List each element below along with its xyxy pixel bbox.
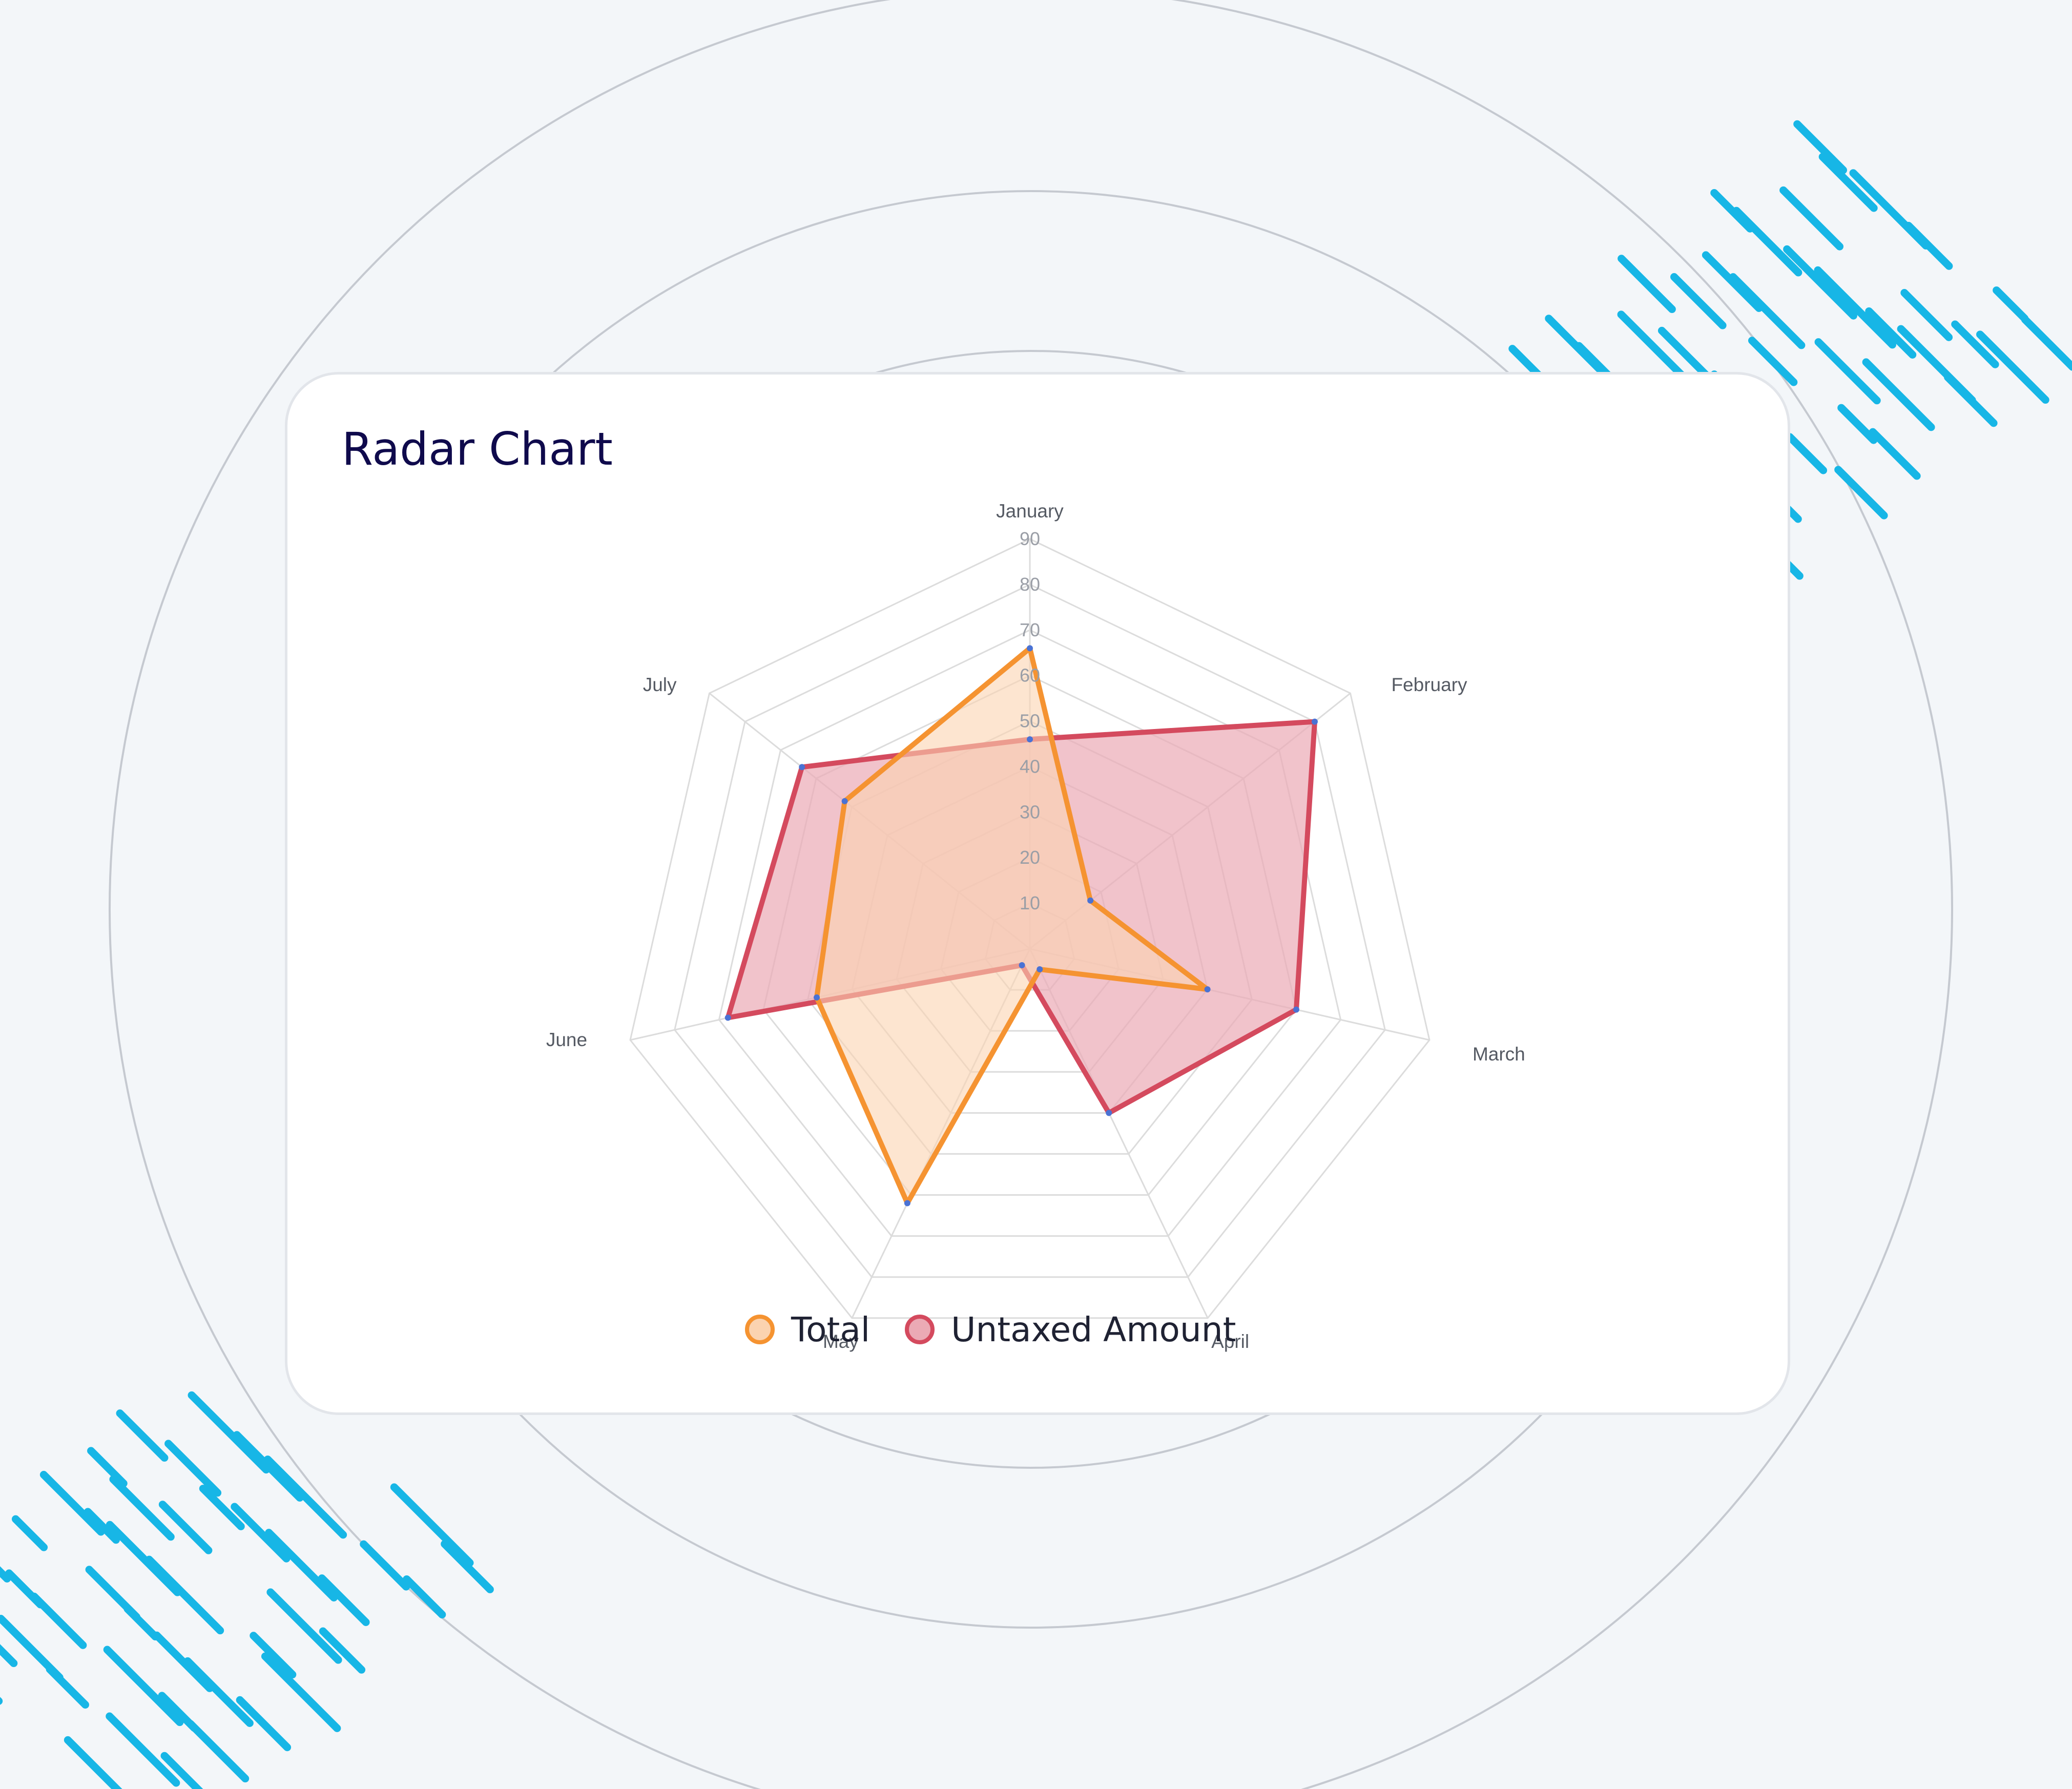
legend-item-total[interactable]: Total	[745, 1310, 870, 1349]
decorative-dash	[318, 1574, 370, 1626]
card-title: Radar Chart	[342, 423, 613, 475]
decorative-dash	[263, 1455, 347, 1539]
decorative-dash	[145, 1555, 224, 1635]
legend-label-untaxed-amount: Untaxed Amount	[951, 1309, 1236, 1349]
decorative-dash	[106, 1712, 180, 1787]
decorative-dash	[46, 1665, 89, 1709]
decorative-dash	[360, 1540, 410, 1591]
page: Radar Chart 10 20 30 40 50 60 70 80 90 January Fe…	[0, 0, 2072, 1789]
decorative-dash	[103, 1646, 184, 1726]
decorative-dash	[1944, 373, 1998, 427]
decorative-dash	[1793, 120, 1848, 174]
decorative-dash	[390, 1483, 474, 1567]
chart-card: Radar Chart	[285, 372, 1790, 1415]
decorative-dash	[123, 1605, 159, 1641]
legend-swatch-total	[745, 1315, 775, 1344]
decorative-dash	[183, 1657, 254, 1727]
decorative-dash	[39, 1471, 105, 1536]
decorative-dash	[1670, 273, 1727, 329]
decorative-dash	[11, 1515, 48, 1551]
decorative-dash	[265, 1529, 338, 1601]
decorative-dash	[64, 1736, 122, 1789]
decorative-dash	[1993, 286, 2028, 322]
decorative-dash	[1904, 221, 1953, 270]
decorative-dash	[1814, 266, 1896, 349]
decorative-dash	[403, 1575, 446, 1619]
decorative-dash	[1869, 428, 1921, 480]
chart-legend: Total Untaxed Amount	[745, 1306, 1271, 1353]
decorative-dash	[233, 1431, 304, 1502]
decorative-dash	[1748, 337, 1798, 386]
decorative-dash	[266, 1588, 342, 1664]
decorative-dash	[187, 1720, 250, 1783]
decorative-dash	[1814, 338, 1881, 405]
decorative-dash	[1786, 433, 1828, 474]
decorative-dash	[164, 1440, 222, 1497]
decorative-dash	[116, 1409, 169, 1462]
decorative-dash	[30, 1592, 87, 1649]
decorative-dash	[231, 1503, 291, 1563]
decorative-dash	[1900, 289, 1953, 341]
decorative-dash	[1783, 245, 1857, 320]
decorative-dash	[1976, 330, 2049, 404]
decorative-dash	[158, 1501, 213, 1554]
decorative-dash	[1837, 404, 1878, 444]
decorative-dash	[1779, 186, 1843, 251]
decorative-dash	[2021, 316, 2072, 371]
legend-swatch-untaxed-amount	[905, 1315, 935, 1344]
legend-label-total: Total	[791, 1309, 871, 1349]
decorative-dash	[1618, 255, 1676, 314]
decorative-dash	[441, 1540, 494, 1593]
decorative-dash	[261, 1652, 341, 1732]
decorative-dash	[1729, 273, 1806, 349]
decorative-dash	[1732, 206, 1802, 277]
legend-item-untaxed-amount[interactable]: Untaxed Amount	[905, 1310, 1236, 1349]
decorative-dash	[87, 1447, 128, 1488]
